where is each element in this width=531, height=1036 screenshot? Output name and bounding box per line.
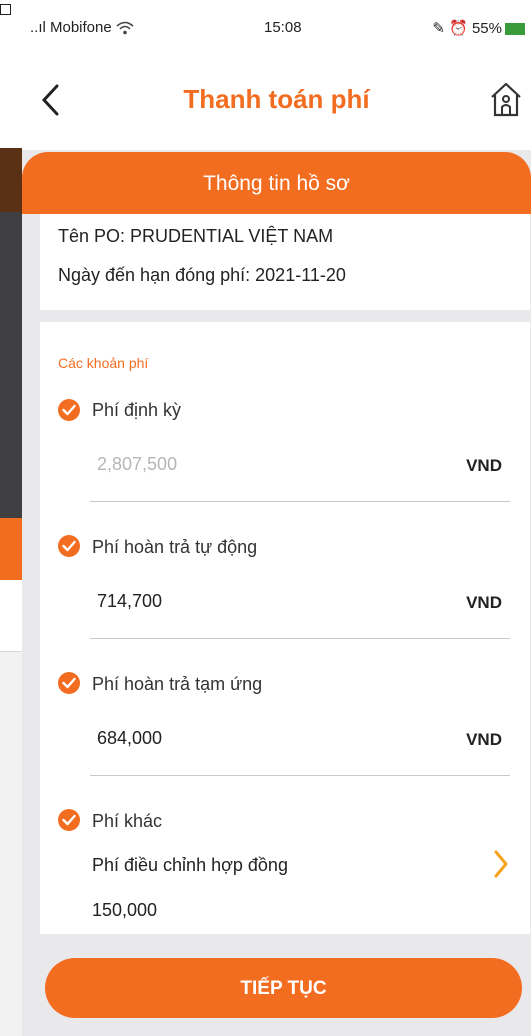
page-title: Thanh toán phí: [183, 84, 370, 114]
fees-card: Các khoản phí Phí định kỳ 2,807,500 VND …: [40, 322, 530, 934]
home-icon[interactable]: [489, 80, 523, 118]
background-overlay: [0, 148, 22, 580]
wifi-icon: [116, 21, 134, 35]
fees-label: Các khoản phí: [58, 355, 149, 371]
checkbox-checked-icon[interactable]: [58, 399, 80, 421]
battery-percent: 55%: [471, 20, 502, 37]
carrier-text: ..ıl Mobifone: [30, 19, 112, 36]
fee-currency: VND: [466, 456, 502, 475]
battery-icon: [505, 23, 525, 36]
fee-value[interactable]: 714,700: [97, 591, 162, 612]
background-footer: [0, 652, 22, 1036]
status-bar: ..ıl Mobifone 15:08 ✎ ⏰ 55%: [22, 0, 531, 58]
checkbox-checked-icon[interactable]: [58, 672, 80, 694]
due-date: Ngày đến hạn đóng phí: 2021-11-20: [58, 265, 346, 285]
checkbox-checked-icon[interactable]: [58, 809, 80, 831]
fee-value[interactable]: 2,807,500: [97, 454, 177, 475]
po-name: Tên PO: PRUDENTIAL VIỆT NAM: [58, 226, 334, 246]
fee-currency: VND: [466, 593, 502, 612]
section-header-profile-info: Thông tin hồ sơ: [22, 152, 531, 214]
background-header: [0, 148, 22, 212]
fee-currency: VND: [466, 730, 502, 749]
background-button: [0, 518, 22, 580]
app-header: Thanh toán phí: [22, 58, 531, 150]
fee-name: Phí định kỳ: [92, 400, 182, 420]
divider: [90, 775, 510, 776]
status-right: ✎ ⏰ 55%: [432, 19, 525, 37]
profile-info-card: Tên PO: PRUDENTIAL VIỆT NAM Ngày đến hạn…: [40, 214, 530, 310]
clock: 15:08: [264, 19, 302, 36]
chevron-right-icon[interactable]: [492, 849, 510, 879]
fee-value: 150,000: [92, 900, 158, 920]
fee-name: Phí hoàn trả tạm ứng: [92, 674, 263, 694]
alarm-icon: ⏰: [449, 20, 468, 37]
fee-name: Phí khác: [92, 811, 163, 831]
divider: [90, 501, 510, 502]
divider: [90, 638, 510, 639]
mute-icon: ✎: [432, 20, 445, 37]
checkbox-checked-icon[interactable]: [58, 535, 80, 557]
fee-name: Phí hoàn trả tự động: [92, 537, 258, 557]
fee-value[interactable]: 684,000: [97, 728, 162, 749]
continue-button[interactable]: TIẾP TỤC: [45, 958, 522, 1018]
carrier-label: ..ıl Mobifone: [30, 19, 134, 36]
window-icon: [0, 4, 11, 15]
contract-adjustment-fee[interactable]: Phí điều chỉnh hợp đồng: [92, 855, 288, 876]
